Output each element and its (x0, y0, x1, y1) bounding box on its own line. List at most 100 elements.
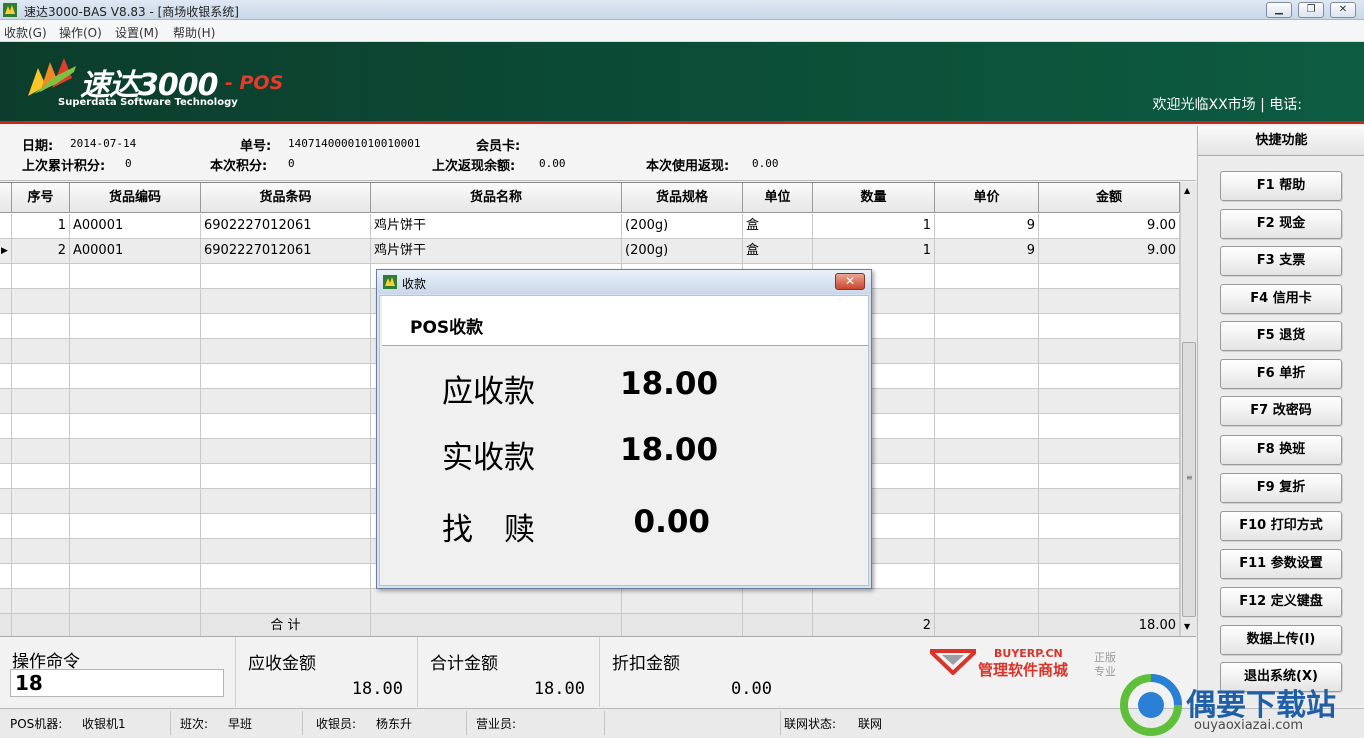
empty-cell (12, 514, 70, 539)
empty-cell (201, 514, 371, 539)
paid-payment-label: 实收款 (442, 440, 535, 476)
dialog-app-icon (383, 275, 397, 289)
minimize-button[interactable]: ▁ (1266, 2, 1292, 18)
empty-cell (70, 414, 201, 439)
f2-cash-button[interactable]: F2 现金 (1220, 209, 1342, 239)
empty-cell (201, 589, 371, 614)
total-section: 合计金额 18.00 (418, 637, 600, 707)
empty-cell (935, 314, 1039, 339)
change-value: 0.00 (633, 504, 711, 540)
cashier-label: 收银员: (316, 717, 357, 731)
table-row[interactable]: 1 A00001 6902227012061 鸡片饼干 (200g) 盒 1 9… (0, 214, 1180, 239)
member-card-label: 会员卡: (476, 139, 521, 154)
empty-cell (70, 439, 201, 464)
empty-cell (70, 464, 201, 489)
col-header-code[interactable]: 货品编码 (70, 183, 201, 213)
cur-points-label: 本次积分: (210, 159, 268, 174)
scroll-down-arrow-icon[interactable]: ▼ (1184, 622, 1190, 631)
empty-cell (935, 364, 1039, 389)
empty-cell (1039, 439, 1180, 464)
receivable-section: 应收金额 18.00 (236, 637, 418, 707)
cell-spec: (200g) (622, 214, 743, 239)
empty-cell (935, 414, 1039, 439)
f10-print-mode-button[interactable]: F10 打印方式 (1220, 511, 1342, 541)
menu-shezhi[interactable]: 设置(M) (115, 24, 159, 41)
shortcut-panel: 快捷功能 F1 帮助 F2 现金 F3 支票 F4 信用卡 F5 退货 F6 单… (1197, 126, 1364, 706)
col-header-spec[interactable]: 货品规格 (622, 183, 743, 213)
scrollbar-thumb[interactable]: ≡ (1182, 342, 1196, 617)
data-upload-button[interactable]: 数据上传(I) (1220, 625, 1342, 655)
table-row[interactable]: ▶ 2 A00001 6902227012061 鸡片饼干 (200g) 盒 1… (0, 239, 1180, 264)
cell-name: 鸡片饼干 (371, 214, 622, 239)
empty-cell (0, 489, 12, 514)
empty-cell (935, 389, 1039, 414)
col-header-unit[interactable]: 单位 (743, 183, 813, 213)
empty-cell (1039, 389, 1180, 414)
welcome-text: 欢迎光临XX市场 | 电话: (1152, 97, 1302, 113)
empty-cell (1039, 514, 1180, 539)
status-divider (170, 711, 171, 735)
row-indicator (0, 214, 12, 239)
f11-settings-button[interactable]: F11 参数设置 (1220, 549, 1342, 579)
prev-cashback-value: 0.00 (539, 157, 566, 170)
empty-cell (935, 339, 1039, 364)
dialog-heading-panel: POS收款 (382, 296, 868, 346)
empty-cell (70, 339, 201, 364)
f4-credit-card-button[interactable]: F4 信用卡 (1220, 284, 1342, 314)
f1-help-button[interactable]: F1 帮助 (1220, 171, 1342, 201)
menu-shoukuan[interactable]: 收款(G) (4, 24, 47, 41)
f7-change-password-button[interactable]: F7 改密码 (1220, 396, 1342, 426)
dialog-title: 收款 (402, 277, 427, 291)
empty-cell (1039, 264, 1180, 289)
empty-cell (0, 539, 12, 564)
status-divider (466, 711, 467, 735)
empty-cell (201, 289, 371, 314)
empty-cell (12, 364, 70, 389)
empty-cell (0, 389, 12, 414)
empty-cell (70, 539, 201, 564)
f9-re-discount-button[interactable]: F9 复折 (1220, 473, 1342, 503)
dialog-heading: POS收款 (410, 318, 484, 338)
total-amount-value: 18.00 (533, 679, 585, 699)
empty-cell (12, 389, 70, 414)
menu-bangzhu[interactable]: 帮助(H) (173, 24, 215, 41)
col-header-name[interactable]: 货品名称 (371, 183, 622, 213)
cell-qty: 1 (813, 214, 935, 239)
dialog-close-button[interactable]: ✕ (835, 273, 865, 290)
empty-cell (1039, 289, 1180, 314)
window-title: 速达3000-BAS V8.83 - [商场收银系统] (24, 5, 239, 19)
restore-button[interactable]: ❐ (1298, 2, 1324, 18)
shift-label: 班次: (180, 717, 209, 731)
f5-return-button[interactable]: F5 退货 (1220, 321, 1342, 351)
f8-shift-change-button[interactable]: F8 换班 (1220, 435, 1342, 465)
empty-cell (935, 514, 1039, 539)
empty-cell (12, 564, 70, 589)
empty-cell (70, 289, 201, 314)
scroll-up-arrow-icon[interactable]: ▲ (1184, 186, 1190, 195)
cur-cashback-label: 本次使用返现: (646, 159, 730, 174)
col-header-qty[interactable]: 数量 (813, 183, 935, 213)
menu-caozuo[interactable]: 操作(O) (59, 24, 102, 41)
f6-single-discount-button[interactable]: F6 单折 (1220, 359, 1342, 389)
empty-cell (935, 289, 1039, 314)
empty-cell (935, 539, 1039, 564)
col-header-amount[interactable]: 金额 (1039, 183, 1180, 213)
empty-cell (935, 264, 1039, 289)
close-window-button[interactable]: ✕ (1330, 2, 1356, 18)
f3-check-button[interactable]: F3 支票 (1220, 246, 1342, 276)
col-header-price[interactable]: 单价 (935, 183, 1039, 213)
empty-cell (1039, 539, 1180, 564)
col-header-seq[interactable]: 序号 (12, 183, 70, 213)
f12-keyboard-button[interactable]: F12 定义键盘 (1220, 587, 1342, 617)
empty-cell (0, 514, 12, 539)
dialog-titlebar[interactable]: 收款 ✕ (377, 270, 871, 294)
cashier-value: 杨东升 (376, 717, 413, 731)
command-input[interactable]: 18 (10, 669, 224, 697)
col-header-barcode[interactable]: 货品条码 (201, 183, 371, 213)
empty-cell (70, 514, 201, 539)
empty-table-row[interactable] (0, 589, 1180, 614)
header-banner: 速达3000 - POS Superdata Software Technolo… (0, 42, 1364, 124)
empty-cell (12, 589, 70, 614)
table-vertical-scrollbar[interactable]: ▲ ≡ ▼ (1180, 182, 1197, 636)
summary-bar: 操作命令 18 应收金额 18.00 合计金额 18.00 折扣金额 0.00 … (0, 636, 1196, 707)
